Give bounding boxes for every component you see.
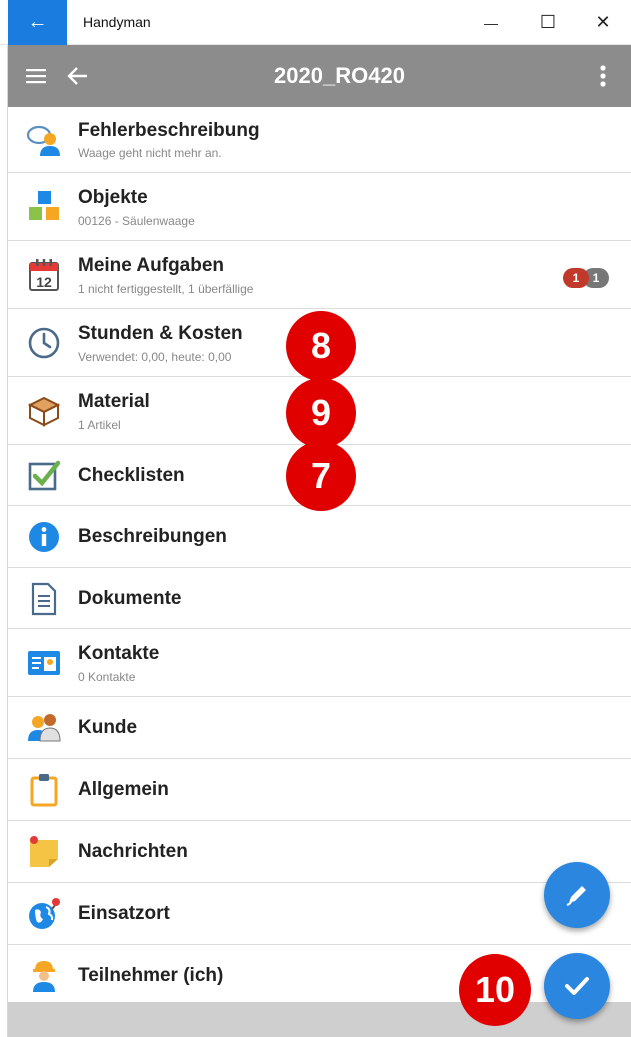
minimize-icon: — bbox=[484, 14, 498, 31]
item-subtitle: Waage geht nicht mehr an. bbox=[78, 146, 222, 160]
callout-marker: 8 bbox=[286, 311, 356, 381]
item-subtitle: 0 Kontakte bbox=[78, 670, 136, 684]
item-label: Meine Aufgaben bbox=[78, 255, 225, 276]
list-item-teilnehmer[interactable]: Teilnehmer (ich) bbox=[8, 945, 631, 1006]
hamburger-icon bbox=[26, 69, 46, 84]
item-subtitle: Verwendet: 0,00, heute: 0,00 bbox=[78, 350, 232, 364]
arrow-left-icon: ← bbox=[27, 11, 48, 33]
item-label: Allgemein bbox=[78, 779, 169, 800]
item-label: Einsatzort bbox=[78, 903, 170, 924]
item-label: Beschreibungen bbox=[78, 526, 227, 547]
close-icon: ✕ bbox=[595, 12, 611, 32]
contact-card-icon bbox=[24, 643, 64, 683]
check-icon bbox=[565, 977, 589, 995]
edit-fab[interactable] bbox=[544, 862, 610, 928]
arrow-left-icon bbox=[67, 67, 87, 85]
bottom-bar bbox=[8, 1002, 631, 1037]
close-button[interactable]: ✕ bbox=[578, 0, 628, 45]
more-vertical-icon bbox=[600, 65, 606, 87]
list-item-objekte[interactable]: Objekte 00126 - Säulenwaage bbox=[8, 173, 631, 241]
list-item-nachrichten[interactable]: Nachrichten bbox=[8, 821, 631, 883]
item-subtitle: 1 Artikel bbox=[78, 418, 121, 432]
chat-person-icon bbox=[24, 120, 64, 160]
window-titlebar: ← Handyman — ☐ ✕ bbox=[0, 0, 631, 45]
item-label: Nachrichten bbox=[78, 841, 188, 862]
worker-icon bbox=[24, 956, 64, 996]
list-item-kunde[interactable]: Kunde bbox=[8, 697, 631, 759]
window-back-button[interactable]: ← bbox=[8, 0, 67, 45]
customer-icon bbox=[24, 708, 64, 748]
list-item-fehlerbeschreibung[interactable]: Fehlerbeschreibung Waage geht nicht mehr… bbox=[8, 107, 631, 173]
item-label: Dokumente bbox=[78, 588, 182, 609]
info-icon bbox=[24, 517, 64, 557]
checkbox-icon bbox=[24, 455, 64, 495]
overdue-badge: 1 bbox=[563, 268, 589, 288]
item-label: Kunde bbox=[78, 717, 138, 738]
item-label: Checklisten bbox=[78, 465, 185, 486]
minimize-button[interactable]: — bbox=[466, 0, 516, 45]
window-left-edge bbox=[0, 45, 8, 1037]
maximize-button[interactable]: ☐ bbox=[523, 0, 573, 45]
sticky-note-icon bbox=[24, 832, 64, 872]
item-label: Teilnehmer (ich) bbox=[78, 965, 224, 986]
item-label: Objekte bbox=[78, 187, 148, 208]
item-subtitle: 1 nicht fertiggestellt, 1 überfällige bbox=[78, 282, 254, 296]
menu-button[interactable] bbox=[20, 60, 52, 92]
list-item-beschreibungen[interactable]: Beschreibungen bbox=[8, 506, 631, 568]
item-label: Stunden & Kosten bbox=[78, 323, 243, 344]
calendar-icon: 12 bbox=[24, 255, 64, 295]
page-title: 2020_RO420 bbox=[274, 63, 405, 88]
more-options-button[interactable] bbox=[587, 60, 619, 92]
clipboard-icon bbox=[24, 770, 64, 810]
cubes-icon bbox=[24, 187, 64, 227]
callout-marker: 10 bbox=[459, 954, 531, 1026]
svg-text:12: 12 bbox=[36, 274, 52, 290]
item-label: Kontakte bbox=[78, 643, 160, 664]
list-item-meine-aufgaben[interactable]: 12 Meine Aufgaben 1 nicht fertiggestellt… bbox=[8, 241, 631, 309]
document-icon bbox=[24, 579, 64, 619]
list-item-einsatzort[interactable]: Einsatzort bbox=[8, 883, 631, 945]
item-label: Material bbox=[78, 391, 150, 412]
maximize-icon: ☐ bbox=[539, 12, 557, 32]
item-label: Fehlerbeschreibung bbox=[78, 120, 260, 141]
list-item-dokumente[interactable]: Dokumente bbox=[8, 568, 631, 629]
section-list: Fehlerbeschreibung Waage geht nicht mehr… bbox=[8, 107, 631, 1006]
confirm-fab[interactable] bbox=[544, 953, 610, 1019]
window-title: Handyman bbox=[83, 14, 151, 30]
list-item-allgemein[interactable]: Allgemein bbox=[8, 759, 631, 821]
callout-marker: 9 bbox=[286, 378, 356, 448]
list-item-kontakte[interactable]: Kontakte 0 Kontakte bbox=[8, 629, 631, 697]
globe-pin-icon bbox=[24, 894, 64, 934]
callout-marker: 7 bbox=[286, 441, 356, 511]
pen-icon bbox=[566, 886, 586, 906]
app-toolbar: 2020_RO420 bbox=[8, 45, 631, 107]
item-subtitle: 00126 - Säulenwaage bbox=[78, 214, 195, 228]
box-icon bbox=[24, 391, 64, 431]
task-badges: 1 1 bbox=[563, 268, 609, 288]
clock-icon bbox=[24, 323, 64, 363]
toolbar-back-button[interactable] bbox=[62, 60, 94, 92]
